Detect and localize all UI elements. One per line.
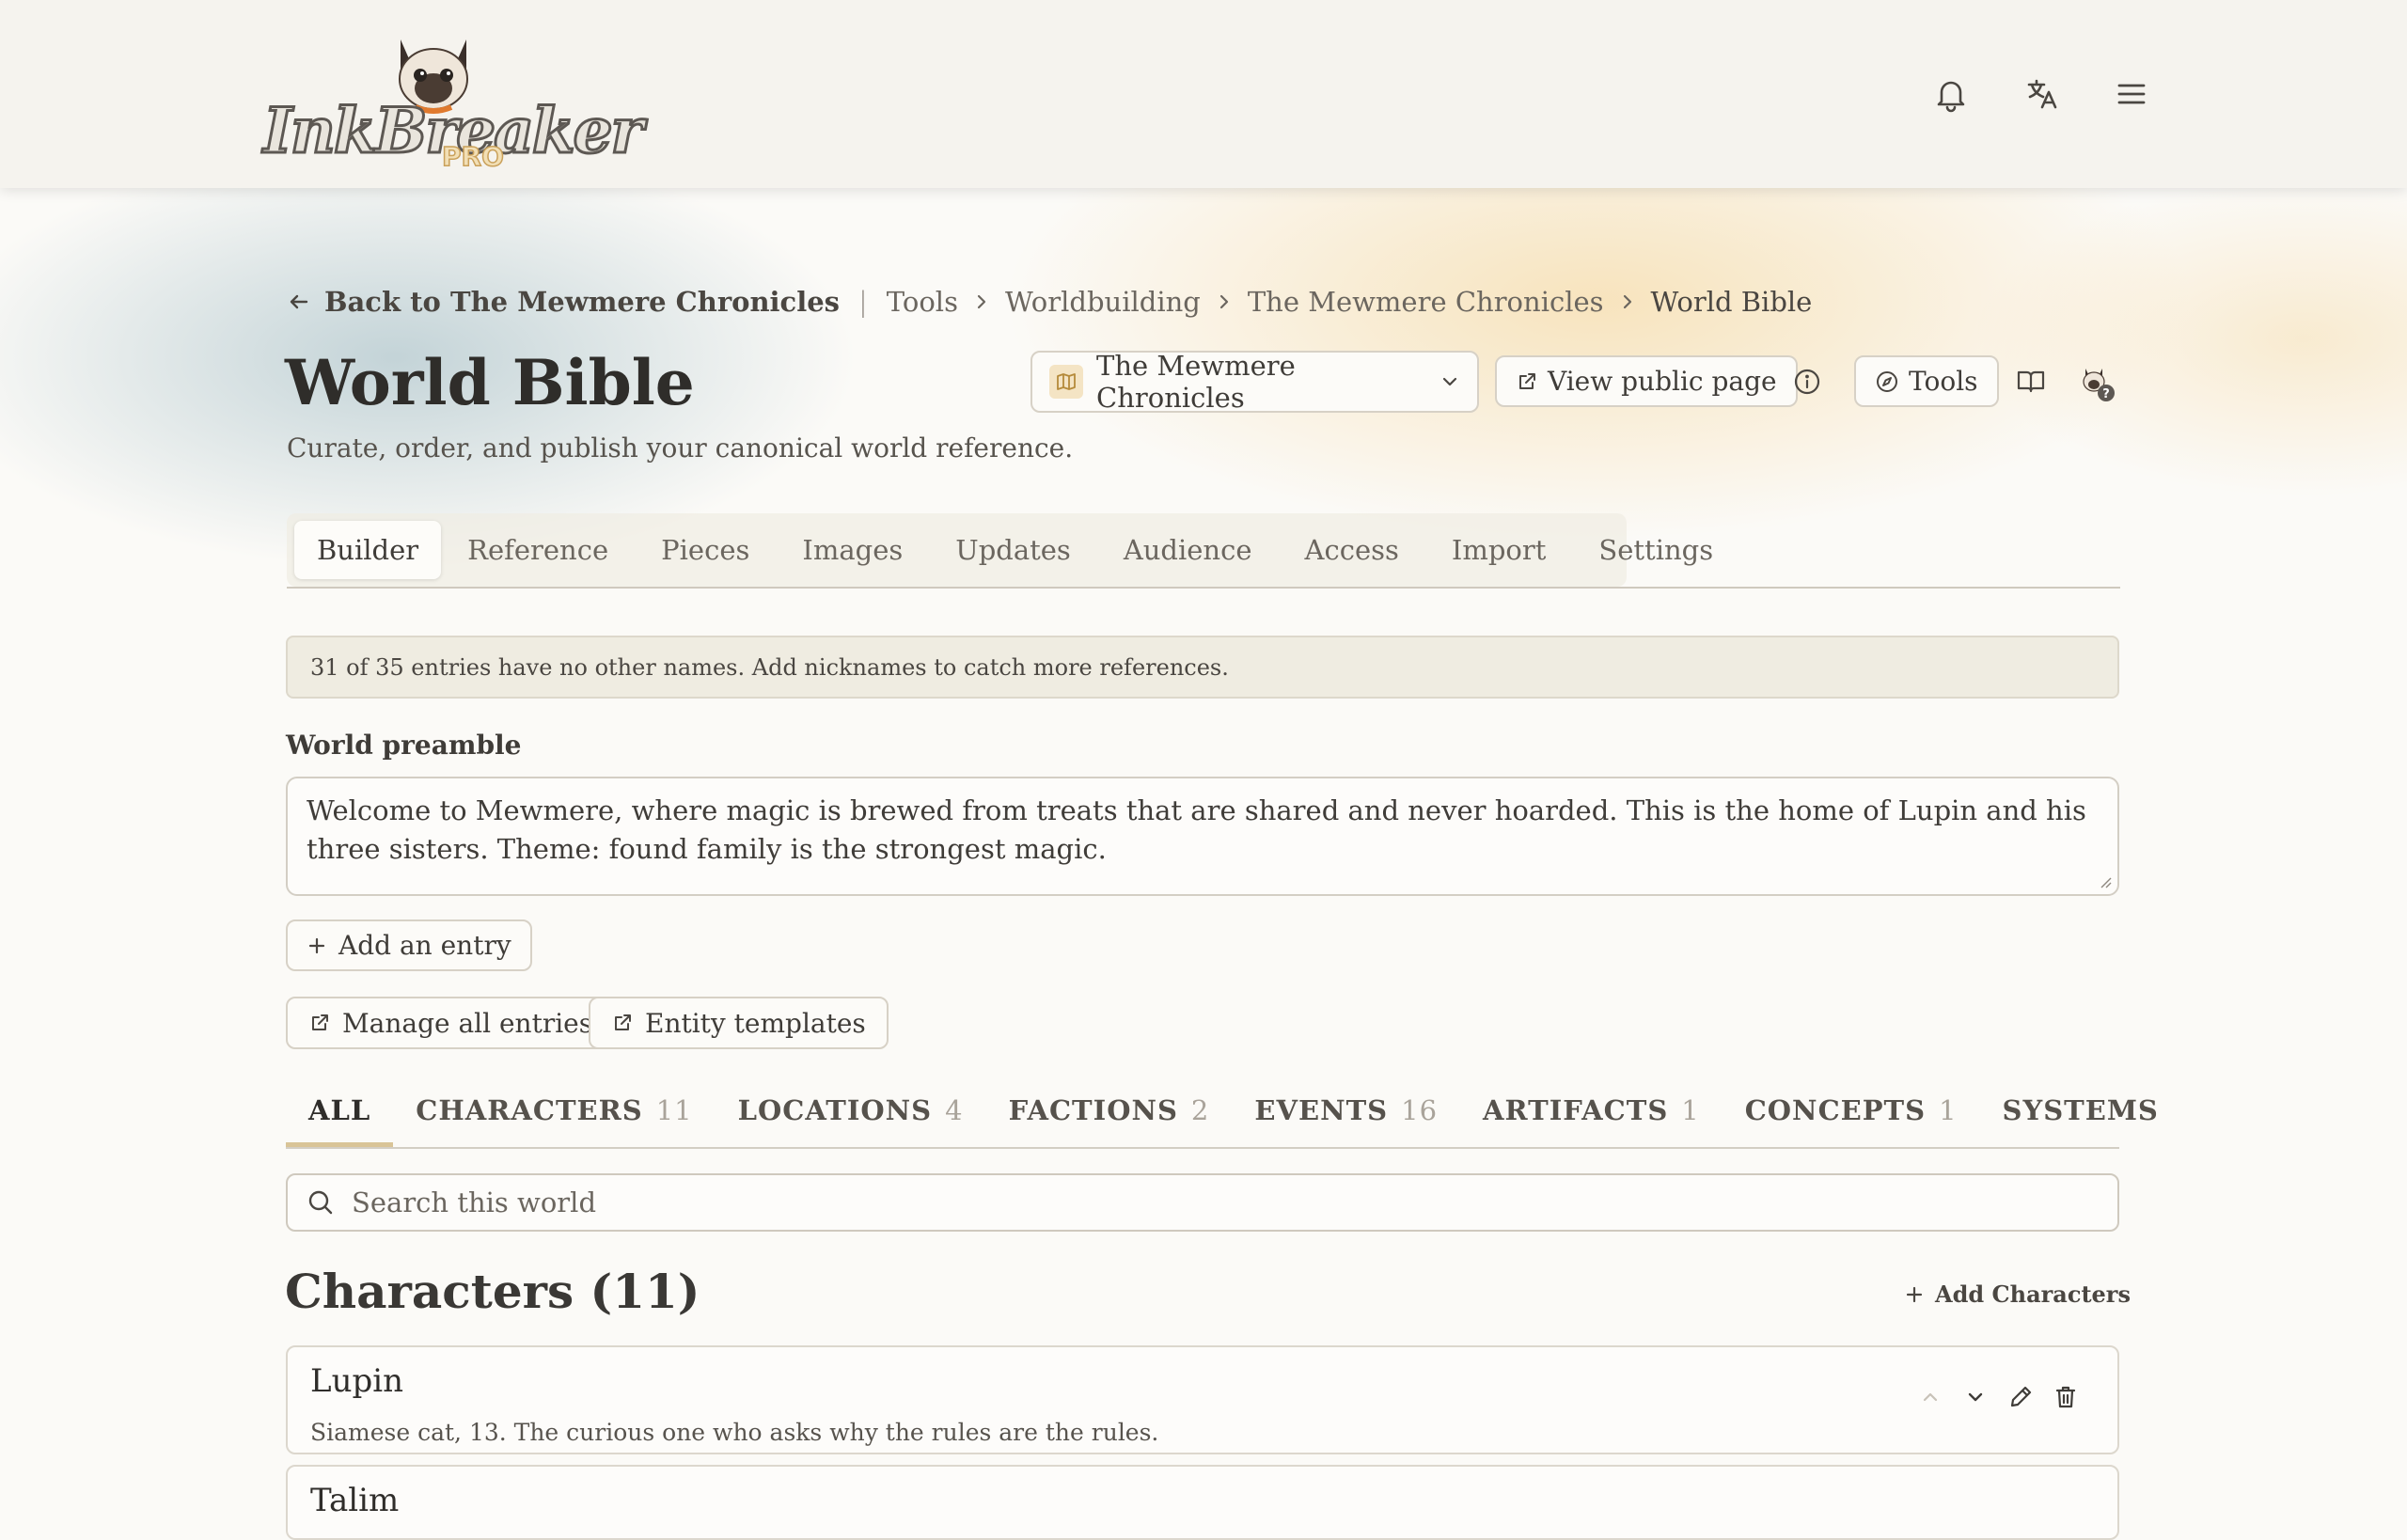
section-title: Characters (11) <box>285 1264 700 1319</box>
external-link-icon <box>1519 372 1535 389</box>
category-tab-systems[interactable]: SYSTEMS <box>2003 1079 2159 1147</box>
back-link[interactable]: Back to The Mewmere Chronicles <box>287 286 840 318</box>
entry-card[interactable]: Lupin Siamese cat, 13. The curious one w… <box>286 1345 2119 1454</box>
edit-pencil-icon[interactable] <box>2006 1383 2035 1411</box>
chevron-right-icon <box>1623 294 1631 309</box>
page-tabs: Builder Reference Pieces Images Updates … <box>287 513 2120 589</box>
breadcrumb-tools[interactable]: Tools <box>887 286 958 318</box>
tab-builder[interactable]: Builder <box>294 521 442 579</box>
page-subtitle: Curate, order, and publish your canonica… <box>287 432 1074 464</box>
search-bar <box>286 1173 2119 1232</box>
category-tab-artifacts[interactable]: ARTIFACTS 1 <box>1483 1079 1700 1147</box>
tab-pieces[interactable]: Pieces <box>635 521 776 579</box>
breadcrumb-worldbuilding[interactable]: Worldbuilding <box>1005 286 1201 318</box>
world-select-value: The Mewmere Chronicles <box>1096 350 1296 414</box>
category-tab-factions[interactable]: FACTIONS 2 <box>1009 1079 1210 1147</box>
entry-name: Lupin <box>310 1362 404 1400</box>
entry-name: Talim <box>310 1482 400 1519</box>
tab-import[interactable]: Import <box>1425 521 1573 579</box>
category-tabs: ALL CHARACTERS 11 LOCATIONS 4 FACTIONS 2 EV… <box>286 1079 2204 1147</box>
tab-reference[interactable]: Reference <box>441 521 635 579</box>
delete-trash-icon[interactable] <box>2052 1383 2080 1411</box>
nickname-notice: 31 of 35 entries have no other names. Ad… <box>286 636 2119 699</box>
world-select-dropdown[interactable]: The Mewmere Chronicles <box>1030 350 1479 414</box>
page-title: World Bible <box>285 346 695 419</box>
category-tab-all[interactable]: ALL <box>286 1079 394 1147</box>
resize-handle-icon[interactable] <box>2099 875 2112 888</box>
inkbreaker-logo[interactable]: InkBreaker PRO <box>261 21 645 176</box>
search-icon <box>308 1190 333 1215</box>
plus-icon <box>308 937 325 953</box>
category-tab-locations[interactable]: LOCATIONS 4 <box>738 1079 964 1147</box>
map-icon <box>1049 365 1083 399</box>
tab-updates[interactable]: Updates <box>929 521 1097 579</box>
logo-pro-badge: PRO <box>441 140 504 173</box>
view-public-page-label: View public page <box>1548 366 1777 397</box>
category-tabs-divider <box>286 1147 2119 1149</box>
add-characters-button[interactable]: Add Characters <box>1905 1281 2131 1308</box>
entry-card[interactable]: Talim <box>286 1465 2119 1540</box>
chevron-right-icon <box>977 294 986 309</box>
external-link-icon <box>615 1014 631 1030</box>
entity-templates-label: Entity templates <box>645 1007 866 1039</box>
tab-settings[interactable]: Settings <box>1572 521 1739 579</box>
breadcrumb-separator: | <box>858 286 868 318</box>
move-down-icon[interactable] <box>1961 1383 1990 1411</box>
entry-description: Siamese cat, 13. The curious one who ask… <box>310 1419 1159 1446</box>
translate-icon[interactable] <box>2020 71 2065 117</box>
tools-button-label: Tools <box>1909 366 1978 397</box>
svg-text:?: ? <box>2102 387 2110 401</box>
search-input[interactable] <box>350 1186 2046 1219</box>
category-tab-characters[interactable]: CHARACTERS 11 <box>416 1079 692 1147</box>
back-link-label: Back to The Mewmere Chronicles <box>324 286 841 318</box>
add-characters-label: Add Characters <box>1935 1281 2131 1308</box>
world-preamble-textarea[interactable]: Welcome to Mewmere, where magic is brewe… <box>286 777 2119 896</box>
notifications-bell-icon[interactable] <box>1928 71 1974 117</box>
category-tab-events[interactable]: EVENTS 16 <box>1254 1079 1438 1147</box>
add-entry-label: Add an entry <box>338 930 511 961</box>
tabs-divider <box>287 587 2120 589</box>
manage-entries-label: Manage all entries <box>342 1007 593 1039</box>
move-up-icon[interactable] <box>1916 1383 1944 1411</box>
arrow-left-icon <box>290 294 308 309</box>
add-entry-button[interactable]: Add an entry <box>286 919 532 971</box>
chevron-right-icon <box>1219 294 1228 309</box>
help-mascot-icon[interactable]: ? <box>2078 363 2119 404</box>
info-icon[interactable] <box>1792 367 1822 397</box>
entity-templates-button[interactable]: Entity templates <box>589 997 889 1049</box>
manage-entries-button[interactable]: Manage all entries <box>286 997 616 1049</box>
chevron-down-icon <box>1442 377 1457 386</box>
breadcrumb-world[interactable]: The Mewmere Chronicles <box>1248 286 1604 318</box>
menu-hamburger-icon[interactable] <box>2109 71 2154 117</box>
breadcrumb-current: World Bible <box>1650 286 1813 318</box>
world-preamble-label: World preamble <box>286 730 522 761</box>
category-tab-concepts[interactable]: CONCEPTS 1 <box>1745 1079 1958 1147</box>
book-open-icon[interactable] <box>2015 365 2047 397</box>
compass-icon <box>1877 370 1897 392</box>
top-navigation-bar: InkBreaker PRO <box>0 0 2407 188</box>
view-public-page-button[interactable]: View public page <box>1495 355 1798 407</box>
external-link-icon <box>312 1014 328 1030</box>
tools-button[interactable]: Tools <box>1854 355 1999 407</box>
tab-access[interactable]: Access <box>1279 521 1425 579</box>
tab-images[interactable]: Images <box>776 521 929 579</box>
tab-audience[interactable]: Audience <box>1097 521 1279 579</box>
breadcrumb: Back to The Mewmere Chronicles | Tools W… <box>287 282 1812 322</box>
plus-icon <box>1906 1286 1923 1302</box>
world-preamble-value: Welcome to Mewmere, where magic is brewe… <box>307 794 2086 865</box>
